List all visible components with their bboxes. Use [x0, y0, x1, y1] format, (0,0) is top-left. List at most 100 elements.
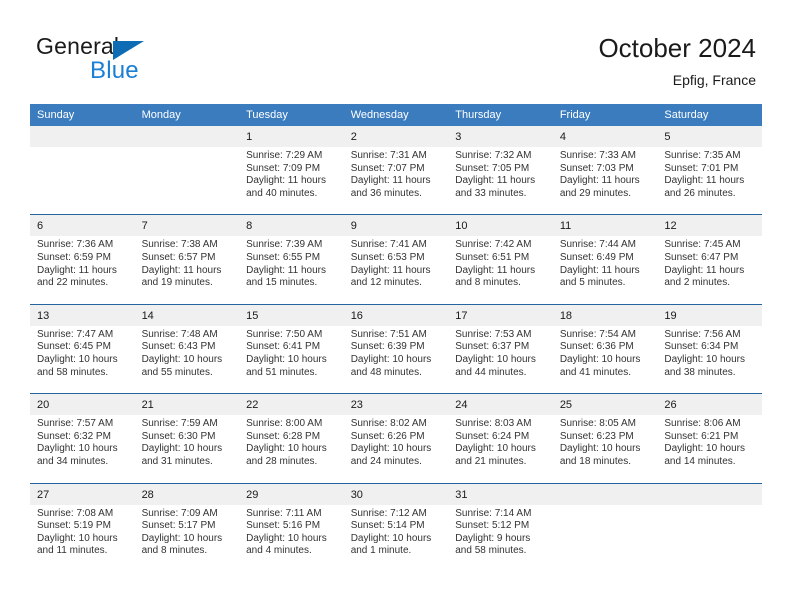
day-cell[interactable]: Sunrise: 7:32 AM Sunset: 7:05 PM Daylight:…	[448, 147, 553, 215]
day-cell[interactable]: Sunrise: 7:39 AM Sunset: 6:55 PM Daylight:…	[239, 236, 344, 305]
daylight-text-line2: and 2 minutes.	[664, 277, 730, 289]
day-cell[interactable]: Sunrise: 7:51 AM Sunset: 6:39 PM Daylight:…	[343, 325, 449, 394]
week-info-row: Sunrise: 7:08 AM Sunset: 5:19 PM Daylight:…	[30, 504, 762, 572]
day-number[interactable]: 1	[239, 126, 344, 147]
day-number[interactable]: 30	[343, 482, 449, 505]
daylight-text-line2: and 22 minutes.	[37, 277, 109, 289]
sunrise-text: Sunrise: 7:53 AM	[455, 328, 532, 340]
day-cell[interactable]: Sunrise: 8:00 AM Sunset: 6:28 PM Daylight:…	[239, 415, 344, 483]
day-number[interactable]: 3	[448, 126, 553, 147]
day-number[interactable]: 31	[448, 482, 553, 505]
day-number[interactable]: 29	[239, 482, 344, 505]
day-cell[interactable]: Sunrise: 7:54 AM Sunset: 6:36 PM Daylight:…	[552, 325, 658, 394]
day-cell[interactable]: Sunrise: 7:14 AM Sunset: 5:12 PM Daylight:…	[448, 504, 553, 572]
daylight-text-line1: Daylight: 9 hours	[455, 532, 531, 544]
day-cell[interactable]: Sunrise: 7:29 AM Sunset: 7:09 PM Daylight:…	[239, 147, 344, 215]
day-cell[interactable]: Sunrise: 7:35 AM Sunset: 7:01 PM Daylight:…	[657, 147, 762, 215]
day-number[interactable]: 15	[239, 303, 344, 326]
daylight-text-line1: Daylight: 10 hours	[141, 353, 223, 365]
daylight-text-line1: Daylight: 11 hours	[455, 175, 536, 187]
sunrise-sunset-calendar: Sunday Monday Tuesday Wednesday Thursday Frid…	[30, 104, 762, 572]
daylight-text-line1: Daylight: 10 hours	[664, 353, 745, 365]
week-info-row: Sunrise: 7:29 AM Sunset: 7:09 PM Daylight:…	[30, 147, 762, 215]
sunset-text: Sunset: 7:03 PM	[559, 162, 634, 174]
title-block: October 2024 Epfig, France	[598, 32, 756, 89]
day-cell[interactable]: Sunrise: 7:12 AM Sunset: 5:14 PM Daylight:…	[343, 504, 449, 572]
week-info-row: Sunrise: 7:57 AM Sunset: 6:32 PM Daylight:…	[30, 415, 762, 483]
day-cell[interactable]: Sunrise: 7:09 AM Sunset: 5:17 PM Daylight:…	[134, 504, 240, 572]
daylight-text-line1: Daylight: 11 hours	[37, 264, 117, 276]
sunset-text: Sunset: 5:16 PM	[246, 520, 321, 532]
day-number[interactable]: 18	[552, 303, 658, 326]
day-number[interactable]: 12	[657, 214, 762, 237]
day-cell[interactable]: Sunrise: 7:42 AM Sunset: 6:51 PM Daylight:…	[448, 236, 553, 305]
day-number[interactable]: 20	[30, 393, 135, 416]
day-cell[interactable]: Sunrise: 8:05 AM Sunset: 6:23 PM Daylight:…	[552, 415, 658, 483]
daylight-text-line2: and 1 minute.	[350, 545, 412, 557]
daylight-text-line1: Daylight: 11 hours	[350, 264, 431, 276]
week-date-row: 12345	[30, 126, 762, 147]
daylight-text-line1: Daylight: 11 hours	[141, 264, 222, 276]
day-cell[interactable]: Sunrise: 7:11 AM Sunset: 5:16 PM Daylight:…	[239, 504, 344, 572]
day-cell[interactable]: Sunrise: 7:57 AM Sunset: 6:32 PM Daylight:…	[30, 415, 135, 483]
day-cell[interactable]: Sunrise: 7:31 AM Sunset: 7:07 PM Daylight:…	[343, 147, 449, 215]
day-number[interactable]: 16	[343, 303, 449, 326]
day-number[interactable]: 26	[657, 393, 762, 416]
sunset-text: Sunset: 5:12 PM	[455, 520, 530, 532]
day-cell[interactable]: Sunrise: 7:59 AM Sunset: 6:30 PM Daylight:…	[134, 415, 240, 483]
daylight-text-line2: and 48 minutes.	[350, 366, 422, 378]
day-number[interactable]: 10	[448, 214, 553, 237]
day-cell[interactable]: Sunrise: 8:06 AM Sunset: 6:21 PM Daylight:…	[657, 415, 762, 483]
daylight-text-line1: Daylight: 10 hours	[246, 443, 327, 455]
day-number[interactable]: 19	[657, 303, 762, 326]
day-number[interactable]: 8	[239, 214, 344, 237]
day-cell[interactable]: Sunrise: 7:50 AM Sunset: 6:41 PM Daylight:…	[239, 325, 344, 394]
day-cell[interactable]: Sunrise: 7:33 AM Sunset: 7:03 PM Daylight:…	[552, 147, 658, 215]
day-cell[interactable]: Sunrise: 8:02 AM Sunset: 6:26 PM Daylight:…	[343, 415, 449, 483]
sunset-text: Sunset: 5:14 PM	[350, 520, 425, 532]
weekday-header-thursday: Thursday	[448, 104, 553, 126]
day-number[interactable]: 27	[30, 482, 135, 505]
sunset-text: Sunset: 6:45 PM	[37, 341, 111, 353]
daylight-text-line2: and 21 minutes.	[455, 455, 527, 467]
day-number[interactable]: 2	[343, 126, 449, 147]
day-number[interactable]: 14	[134, 303, 240, 326]
day-cell[interactable]: Sunrise: 7:44 AM Sunset: 6:49 PM Daylight:…	[552, 236, 658, 305]
day-number[interactable]: 5	[657, 126, 762, 147]
day-number[interactable]: 28	[134, 482, 240, 505]
sunset-text: Sunset: 6:47 PM	[664, 251, 739, 263]
day-number[interactable]: 11	[552, 214, 658, 237]
day-number[interactable]: 6	[30, 214, 135, 237]
day-cell[interactable]: Sunrise: 7:47 AM Sunset: 6:45 PM Daylight:…	[30, 325, 135, 394]
day-cell[interactable]: Sunrise: 7:08 AM Sunset: 5:19 PM Daylight:…	[30, 504, 135, 572]
day-number[interactable]: 22	[239, 393, 344, 416]
weekday-header-saturday: Saturday	[657, 104, 762, 126]
day-number[interactable]: 13	[30, 303, 135, 326]
day-number[interactable]: 25	[552, 393, 658, 416]
sunrise-text: Sunrise: 8:06 AM	[664, 418, 741, 430]
daylight-text-line2: and 51 minutes.	[246, 366, 318, 378]
day-cell[interactable]: Sunrise: 7:56 AM Sunset: 6:34 PM Daylight:…	[657, 325, 762, 394]
day-number[interactable]: 17	[448, 303, 553, 326]
sunrise-text: Sunrise: 8:02 AM	[350, 418, 427, 430]
day-cell[interactable]: Sunrise: 7:48 AM Sunset: 6:43 PM Daylight:…	[134, 325, 240, 394]
day-number[interactable]: 24	[448, 393, 553, 416]
day-cell[interactable]: Sunrise: 7:41 AM Sunset: 6:53 PM Daylight:…	[343, 236, 449, 305]
day-cell[interactable]: Sunrise: 7:45 AM Sunset: 6:47 PM Daylight:…	[657, 236, 762, 305]
day-cell[interactable]: Sunrise: 7:36 AM Sunset: 6:59 PM Daylight:…	[30, 236, 135, 305]
sunset-text: Sunset: 6:34 PM	[664, 341, 739, 353]
day-number[interactable]: 21	[134, 393, 240, 416]
daylight-text-line2: and 14 minutes.	[664, 455, 736, 467]
day-number[interactable]: 9	[343, 214, 449, 237]
day-number[interactable]: 23	[343, 393, 449, 416]
day-cell-empty	[552, 504, 658, 572]
daylight-text-line1: Daylight: 11 hours	[246, 264, 326, 276]
sunrise-text: Sunrise: 7:36 AM	[37, 239, 114, 251]
daylight-text-line1: Daylight: 10 hours	[141, 532, 223, 544]
day-cell[interactable]: Sunrise: 7:38 AM Sunset: 6:57 PM Daylight:…	[134, 236, 240, 305]
general-blue-logo[interactable]: General Blue	[36, 33, 266, 89]
day-cell[interactable]: Sunrise: 7:53 AM Sunset: 6:37 PM Daylight:…	[448, 325, 553, 394]
day-cell[interactable]: Sunrise: 8:03 AM Sunset: 6:24 PM Daylight:…	[448, 415, 553, 483]
day-number[interactable]: 7	[134, 214, 240, 237]
day-number[interactable]: 4	[552, 126, 658, 147]
